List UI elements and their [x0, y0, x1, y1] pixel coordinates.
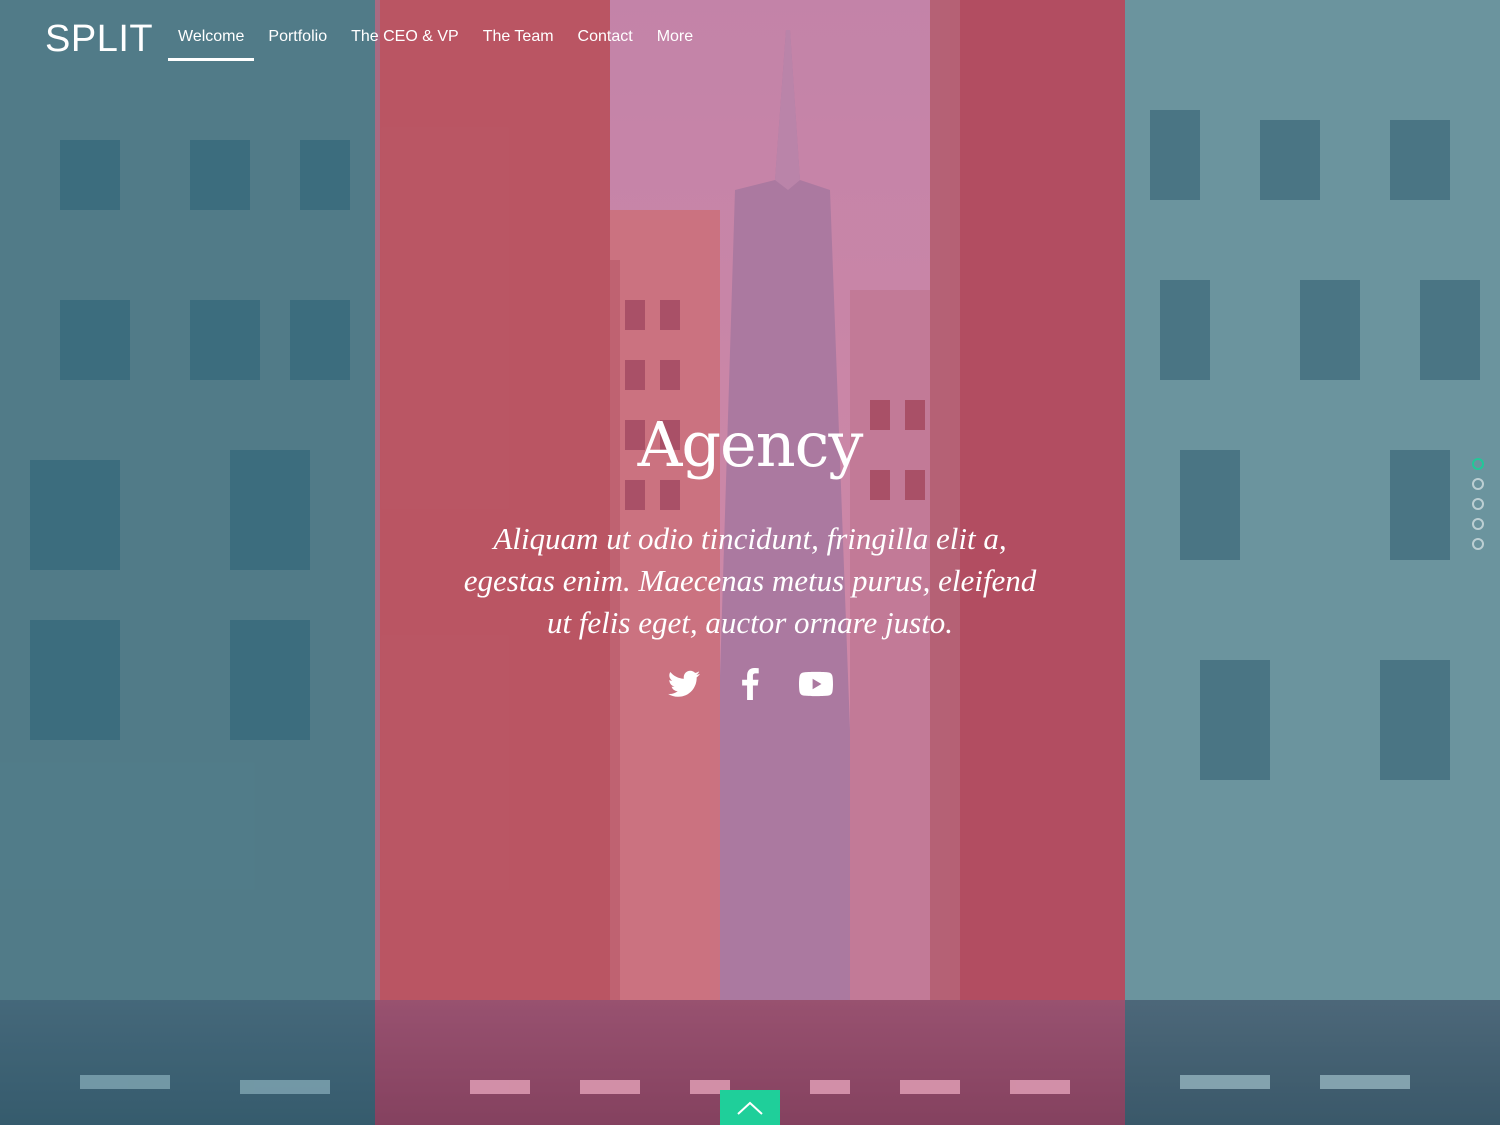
twitter-link[interactable] — [665, 665, 703, 703]
nav-item-ceo-vp[interactable]: The CEO & VP — [341, 20, 469, 60]
facebook-link[interactable] — [731, 665, 769, 703]
nav-item-team[interactable]: The Team — [473, 20, 564, 60]
section-dot-1[interactable] — [1472, 458, 1484, 470]
hero-text: Aliquam ut odio tincidunt, fringilla eli… — [463, 521, 1037, 640]
twitter-icon — [668, 670, 700, 697]
main-nav: Welcome Portfolio The CEO & VP The Team … — [168, 20, 707, 61]
youtube-icon — [799, 671, 833, 697]
youtube-link[interactable] — [797, 665, 835, 703]
section-dot-5[interactable] — [1472, 538, 1484, 550]
social-links — [665, 665, 835, 703]
section-dots — [1472, 458, 1484, 550]
chevron-up-icon — [737, 1101, 763, 1115]
facebook-icon — [742, 668, 759, 700]
scroll-up-button[interactable] — [720, 1090, 780, 1125]
nav-item-welcome[interactable]: Welcome — [168, 20, 255, 61]
page: SPLIT Welcome Portfolio The CEO & VP The… — [0, 0, 1500, 1125]
nav-item-more[interactable]: More — [647, 20, 703, 60]
section-dot-2[interactable] — [1472, 478, 1484, 490]
left-overlay-panel — [0, 0, 375, 1125]
nav-item-portfolio[interactable]: Portfolio — [258, 20, 337, 60]
section-dot-3[interactable] — [1472, 498, 1484, 510]
right-overlay-panel — [1125, 0, 1500, 1125]
hero-title: Agency — [637, 408, 864, 481]
section-dot-4[interactable] — [1472, 518, 1484, 530]
nav-item-contact[interactable]: Contact — [568, 20, 643, 60]
site-logo[interactable]: SPLIT — [45, 18, 153, 61]
